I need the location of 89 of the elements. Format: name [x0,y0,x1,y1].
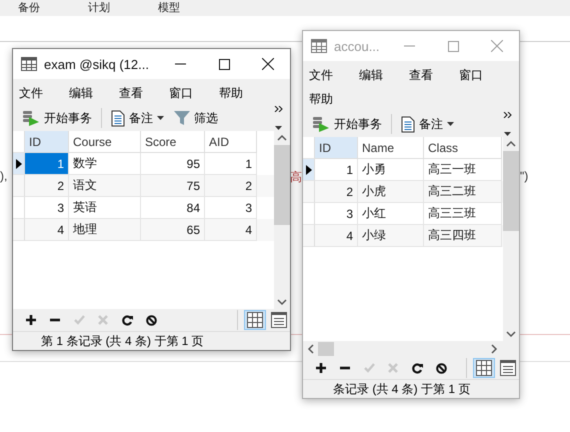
row-selector[interactable] [13,153,25,175]
current-row-icon [16,158,22,168]
vertical-scrollbar[interactable] [274,131,290,309]
memo-dropdown[interactable]: 备注 [396,112,459,136]
menu-item[interactable]: 编辑 [65,81,115,105]
chevrons-icon [502,112,512,118]
maximize-icon [448,40,458,52]
menu-item[interactable]: 文件 [15,81,65,105]
caret-icon [447,122,454,126]
status-text: 条记录 (共 4 条) 于第 1 页 [332,380,470,398]
refresh-icon [122,314,132,326]
x-icon [98,315,108,325]
column-header[interactable]: ID [25,131,69,153]
close-icon [491,40,503,52]
grid-view-icon [476,360,492,376]
database-play-icon [22,110,40,126]
memo-dropdown[interactable]: 备注 [106,106,169,130]
table-cell: 1 [25,153,69,175]
grid-view-button[interactable] [244,310,266,330]
plus-icon [26,315,36,325]
scroll-thumb[interactable] [318,342,334,356]
column-header[interactable]: Course [69,131,141,153]
background-tab[interactable]: 模型 [158,2,228,14]
table-cell: 4 [205,219,257,241]
row-selector[interactable] [303,159,315,181]
menu-item[interactable]: 编辑 [355,63,405,87]
document-icon [401,116,415,132]
chevron-right-icon [489,344,499,354]
grid-view-button[interactable] [473,358,495,378]
check-icon [74,315,84,325]
code-text: ") [520,169,528,185]
status-text: 第 1 条记录 (共 4 条) 于第 1 页 [40,332,204,350]
form-view-icon [271,312,287,328]
menu-item[interactable]: 帮助 [305,87,355,111]
minimize-icon [174,63,186,65]
menu-item[interactable]: 窗口 [165,81,215,105]
stop-icon [146,314,156,326]
table-cell: 65 [141,219,205,241]
database-play-icon [312,116,330,132]
caret-icon [157,116,164,120]
check-icon [364,363,374,373]
overflow-button[interactable] [272,106,284,130]
menu-item[interactable]: 帮助 [215,81,265,105]
close-icon [262,58,274,70]
chevrons-icon [274,106,282,112]
form-view-button[interactable] [268,310,290,330]
maximize-icon [218,58,230,70]
minimize-icon [404,45,414,47]
grid-view-icon [247,312,263,328]
toolbar-button[interactable]: 开始事务 [307,112,387,136]
code-text: ), [0,169,8,185]
column-header[interactable]: Score [141,131,205,153]
filter-icon [174,110,190,126]
toolbar-button[interactable]: 开始事务 [17,106,97,130]
menu-item[interactable]: 文件 [305,63,355,87]
stop-icon [436,362,446,374]
menu-item[interactable]: 查看 [405,63,455,87]
scroll-thumb[interactable] [274,145,290,225]
table-icon [21,57,37,71]
background-tab[interactable]: 备份 [18,2,88,14]
table-cell: 小绿 [358,225,424,247]
table-cell: 高三四班 [424,225,502,247]
minus-icon [50,318,60,322]
code-text: 高 [290,169,302,186]
toolbar-button[interactable]: 筛选 [169,106,223,130]
overflow-button[interactable] [501,112,513,136]
window-title: accou... [334,38,381,54]
x-icon [388,363,398,373]
table-cell: 4 [315,225,358,247]
table-icon [311,39,327,53]
column-header[interactable]: AID [205,131,257,153]
current-row-icon [306,164,312,174]
background-tab[interactable]: 计划 [88,2,158,14]
table-cell: 4 [25,219,69,241]
menu-item[interactable]: 窗口 [455,63,505,87]
scroll-thumb[interactable] [503,151,519,231]
table-cell: 地理 [69,219,141,241]
minus-icon [340,366,350,370]
menu-item[interactable]: 查看 [115,81,165,105]
document-icon [111,110,125,126]
column-header[interactable]: Class [424,137,502,159]
chevron-left-icon [306,344,316,354]
form-view-button[interactable] [497,358,519,378]
form-view-icon [500,360,516,376]
window-title: exam @sikq (12... [44,56,150,72]
column-header[interactable]: Name [358,137,424,159]
plus-icon [316,363,326,373]
column-header[interactable]: ID [315,137,358,159]
refresh-icon [412,362,422,374]
